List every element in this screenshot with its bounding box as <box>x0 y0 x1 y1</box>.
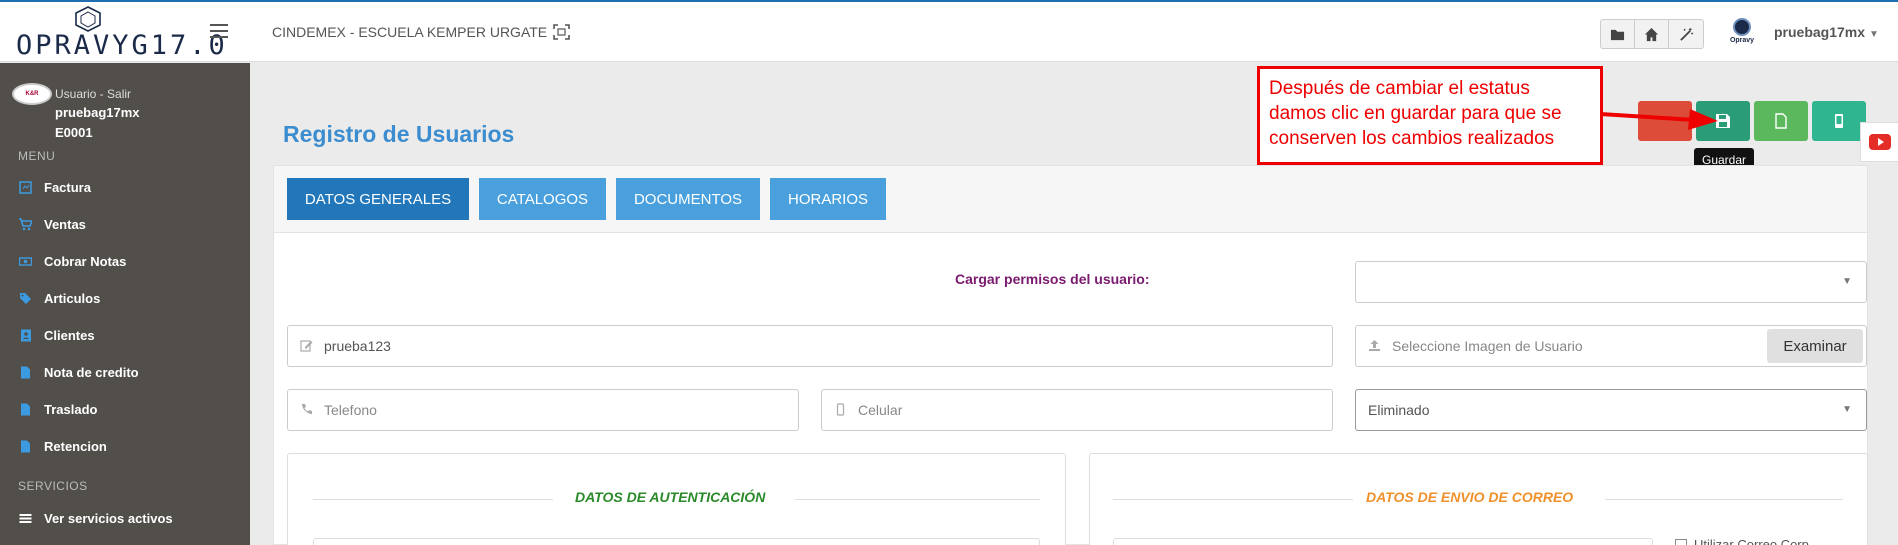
new-file-icon <box>1775 113 1787 129</box>
file-icon <box>18 402 32 416</box>
mobile-icon <box>1835 114 1843 128</box>
mail-input[interactable] <box>1113 538 1653 545</box>
user-menu-label: pruebag17mx <box>1774 24 1866 40</box>
address-book-icon <box>18 328 32 342</box>
permissions-label: Cargar permisos del usuario: <box>955 271 1150 287</box>
sidebar-item-nota-de-credito[interactable]: Nota de credito <box>18 361 238 383</box>
quick-actions <box>1600 19 1704 49</box>
company-name: CINDEMEX - ESCUELA KEMPER URGATE <box>272 24 548 40</box>
tab-horarios[interactable]: HORARIOS <box>770 178 886 220</box>
chevron-down-icon: ▼ <box>1842 404 1852 415</box>
sidebar-item-traslado[interactable]: Traslado <box>18 398 238 420</box>
opravy-logo[interactable]: OPRAVYG17.0 <box>16 6 225 60</box>
device-button[interactable] <box>1812 101 1866 141</box>
sidebar-item-factura[interactable]: Factura <box>18 176 238 198</box>
youtube-help-button[interactable] <box>1860 122 1898 162</box>
home-button[interactable] <box>1635 20 1669 48</box>
celular-placeholder: Celular <box>858 402 903 418</box>
youtube-icon <box>1869 134 1891 150</box>
sidebar-item-label: Retencion <box>44 438 107 454</box>
tab-documentos[interactable]: DOCUMENTOS <box>616 178 760 220</box>
page-title: Registro de Usuarios <box>283 121 515 147</box>
folder-icon <box>1610 29 1625 40</box>
sidebar-item-clientes[interactable]: Clientes <box>18 324 238 346</box>
tab-datos-generales[interactable]: DATOS GENERALES <box>287 178 469 220</box>
sidebar-item-retencion[interactable]: Retencion <box>18 435 238 457</box>
username-field[interactable]: prueba123 <box>287 325 1333 367</box>
divider <box>1605 499 1843 500</box>
avatar: K&R <box>12 83 52 105</box>
file-icon <box>18 439 32 453</box>
corp-mail-label: Utilizar Correo Corp <box>1694 537 1809 545</box>
sidebar-item-articulos[interactable]: Articulos <box>18 287 238 309</box>
cart-icon <box>18 217 32 231</box>
annotation-callout: Después de cambiar el estatus damos clic… <box>1257 66 1603 165</box>
sidebar-item-label: Articulos <box>44 290 101 306</box>
annotation-arrow-icon <box>1600 109 1718 130</box>
sidebar-item-ventas[interactable]: Ventas <box>18 213 238 235</box>
sidebar-item-cobrar-notas[interactable]: Cobrar Notas <box>18 250 238 272</box>
sidebar-item-label: Factura <box>44 179 91 195</box>
list-icon <box>18 511 32 525</box>
telefono-field[interactable]: Telefono <box>287 389 799 431</box>
sidebar-username: pruebag17mx <box>55 105 140 120</box>
divider <box>795 499 1040 500</box>
menu-header: MENU <box>18 149 56 163</box>
caret-down-icon: ▼ <box>1869 29 1879 40</box>
magic-wand-icon <box>1679 27 1693 41</box>
fullscreen-icon[interactable] <box>553 24 570 40</box>
status-value: Eliminado <box>1368 402 1430 418</box>
auth-title: DATOS DE AUTENTICACIÓN <box>575 489 766 505</box>
logo-hex-icon <box>75 6 101 32</box>
divider <box>313 499 553 500</box>
browse-button[interactable]: Examinar <box>1767 329 1863 363</box>
divider <box>1113 499 1353 500</box>
sidebar-item-label: Ventas <box>44 216 86 232</box>
sidebar-user-code: E0001 <box>55 125 93 140</box>
services-header: SERVICIOS <box>18 479 88 493</box>
opravy-small-logo[interactable]: Opravy <box>1728 18 1756 48</box>
user-image-placeholder: Seleccione Imagen de Usuario <box>1392 338 1583 354</box>
sidebar-item-label: Traslado <box>44 401 98 417</box>
logo-text: OPRAVYG17.0 <box>16 30 228 61</box>
sidebar-item-label: Nota de credito <box>44 364 139 380</box>
globe-icon <box>1733 18 1751 36</box>
corp-mail-checkbox[interactable] <box>1675 539 1687 545</box>
magic-button[interactable] <box>1669 20 1703 48</box>
sidebar-item-label: Cobrar Notas <box>44 253 127 269</box>
folder-button[interactable] <box>1601 20 1635 48</box>
top-bar: OPRAVYG17.0 CINDEMEX - ESCUELA KEMPER UR… <box>0 0 1898 62</box>
new-document-button[interactable] <box>1754 101 1808 141</box>
tags-icon <box>18 291 32 305</box>
status-select[interactable]: Eliminado ▼ <box>1355 389 1867 431</box>
mobile-icon <box>834 403 848 417</box>
file-icon <box>18 365 32 379</box>
upload-icon <box>1368 339 1382 353</box>
sidebar-item-label: Ver servicios activos <box>44 510 173 526</box>
tab-catalogos[interactable]: CATALOGOS <box>479 178 606 220</box>
permissions-select[interactable]: ▼ <box>1355 261 1867 303</box>
menu-toggle-icon[interactable] <box>210 24 228 38</box>
sidebar-item-label: Clientes <box>44 327 95 343</box>
user-image-field[interactable]: Seleccione Imagen de Usuario Examinar <box>1355 325 1867 367</box>
sidebar: K&R Usuario - Salir pruebag17mx E0001 ME… <box>0 63 250 545</box>
user-menu[interactable]: pruebag17mx ▼ <box>1774 24 1879 40</box>
phone-icon <box>300 403 314 417</box>
invoice-icon <box>18 180 32 194</box>
username-value: prueba123 <box>324 338 391 354</box>
chevron-down-icon: ▼ <box>1842 276 1852 287</box>
opravy-small-text: Opravy <box>1729 37 1755 44</box>
money-icon <box>18 254 32 268</box>
mail-title: DATOS DE ENVIO DE CORREO <box>1366 489 1574 505</box>
edit-icon <box>300 339 314 353</box>
telefono-placeholder: Telefono <box>324 402 377 418</box>
sidebar-item-servicios-activos[interactable]: Ver servicios activos <box>18 507 238 529</box>
user-logout-link[interactable]: Usuario - Salir <box>55 87 131 101</box>
celular-field[interactable]: Celular <box>821 389 1333 431</box>
home-icon <box>1644 27 1659 41</box>
auth-input[interactable] <box>313 538 1040 545</box>
